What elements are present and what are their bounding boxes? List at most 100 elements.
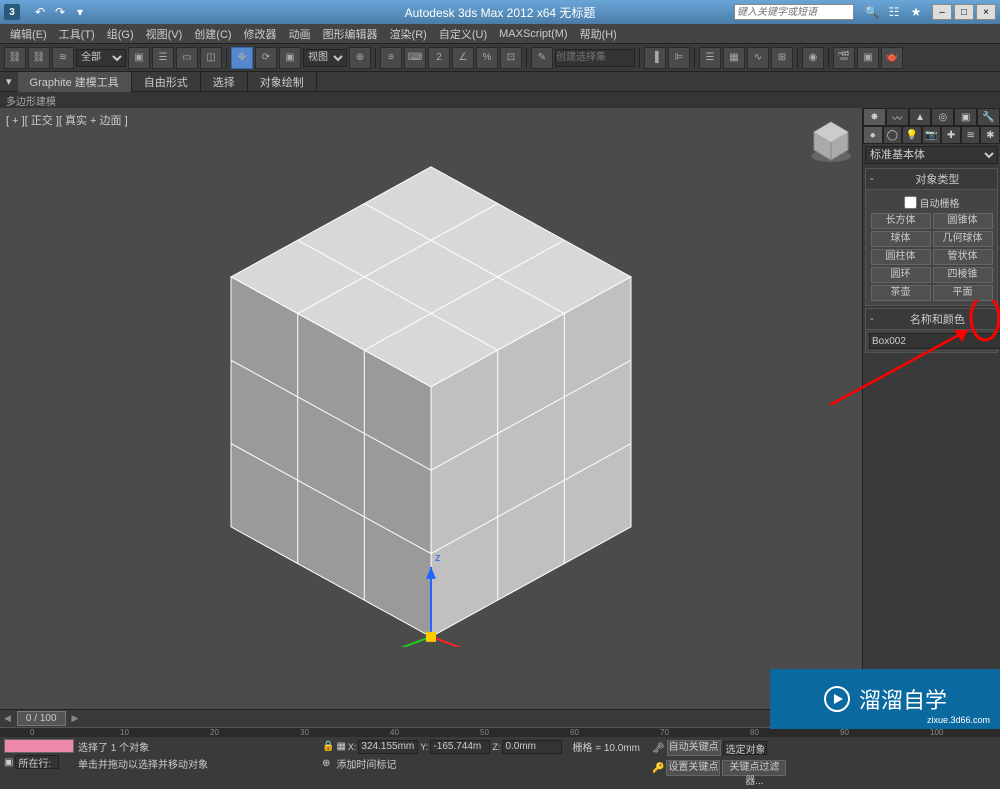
motion-tab[interactable]: ◎	[931, 108, 954, 126]
keyfilter-button[interactable]: 关键点过滤器...	[722, 760, 786, 776]
menu-grapheditors[interactable]: 图形编辑器	[317, 24, 384, 44]
timemark-icon[interactable]: ⊕	[322, 758, 330, 769]
snap-percent-btn[interactable]: %	[476, 47, 498, 69]
lights-subtab[interactable]: 💡	[902, 126, 922, 144]
modify-tab[interactable]: 〰	[886, 108, 909, 126]
material-editor-btn[interactable]: ◉	[802, 47, 824, 69]
prim-tube[interactable]: 管状体	[933, 249, 993, 265]
menu-modifiers[interactable]: 修改器	[238, 24, 283, 44]
close-button[interactable]: ×	[976, 4, 996, 20]
prim-geosphere[interactable]: 几何球体	[933, 231, 993, 247]
manipulate-btn[interactable]: ≡	[380, 47, 402, 69]
favorites-icon[interactable]: ★	[908, 4, 924, 20]
ribbon-expand-icon[interactable]: ▾	[0, 73, 18, 90]
viewport-label[interactable]: [ + ][ 正交 ][ 真实 + 边面 ]	[6, 112, 128, 128]
rendered-frame-btn[interactable]: ▣	[857, 47, 879, 69]
selection-region-btn[interactable]: ▭	[176, 47, 198, 69]
shapes-subtab[interactable]: ◯	[883, 126, 903, 144]
prim-pyramid[interactable]: 四棱锥	[933, 267, 993, 283]
create-tab[interactable]: ✸	[863, 108, 886, 126]
key-mode-icon[interactable]: 🗝	[652, 743, 665, 754]
menu-edit[interactable]: 编辑(E)	[4, 24, 53, 44]
menu-maxscript[interactable]: MAXScript(M)	[493, 26, 573, 42]
name-color-header[interactable]: -名称和颜色	[865, 308, 998, 330]
search-icon[interactable]: 🔍	[864, 4, 880, 20]
app-logo[interactable]: 3	[4, 4, 20, 20]
time-handle[interactable]: 0 / 100	[17, 711, 66, 726]
prim-plane[interactable]: 平面	[933, 285, 993, 301]
ref-coord-dropdown[interactable]: 视图	[303, 49, 347, 67]
current-row-input[interactable]	[15, 755, 59, 769]
mini-listener-icon[interactable]: ▣	[4, 757, 13, 768]
render-production-btn[interactable]: 🫖	[881, 47, 903, 69]
menu-views[interactable]: 视图(V)	[140, 24, 189, 44]
undo-icon[interactable]: ↶	[32, 4, 48, 20]
menu-rendering[interactable]: 渲染(R)	[384, 24, 433, 44]
script-listener[interactable]	[4, 739, 74, 753]
autokey-button[interactable]: 自动关键点	[667, 740, 721, 756]
link-btn[interactable]: ⛓	[4, 47, 26, 69]
tab-selection[interactable]: 选择	[201, 72, 248, 92]
display-tab[interactable]: ▣	[954, 108, 977, 126]
pivot-btn[interactable]: ⊕	[349, 47, 371, 69]
keyboard-shortcut-btn[interactable]: ⌨	[404, 47, 426, 69]
scene-object-box[interactable]: z x y	[201, 157, 661, 650]
selection-filter-dropdown[interactable]: 全部	[76, 49, 126, 67]
select-move-btn[interactable]: ✥	[231, 47, 253, 69]
menu-customize[interactable]: 自定义(U)	[433, 24, 493, 44]
prim-cone[interactable]: 圆锥体	[933, 213, 993, 229]
menu-tools[interactable]: 工具(T)	[53, 24, 101, 44]
schematic-view-btn[interactable]: ⊞	[771, 47, 793, 69]
setkey-icon[interactable]: 🔑	[652, 763, 664, 774]
mirror-btn[interactable]: ▐	[644, 47, 666, 69]
hierarchy-tab[interactable]: ▲	[909, 108, 932, 126]
systems-subtab[interactable]: ✱	[980, 126, 1000, 144]
prim-cylinder[interactable]: 圆柱体	[871, 249, 931, 265]
tab-object-paint[interactable]: 对象绘制	[248, 72, 317, 92]
helpers-subtab[interactable]: ✚	[941, 126, 961, 144]
select-scale-btn[interactable]: ▣	[279, 47, 301, 69]
menu-create[interactable]: 创建(C)	[188, 24, 237, 44]
object-name-input[interactable]	[869, 333, 1000, 349]
viewport[interactable]: [ + ][ 正交 ][ 真实 + 边面 ]	[0, 108, 862, 748]
snap-angle-btn[interactable]: ∠	[452, 47, 474, 69]
select-object-btn[interactable]: ▣	[128, 47, 150, 69]
menu-group[interactable]: 组(G)	[101, 24, 140, 44]
prim-teapot[interactable]: 茶壶	[871, 285, 931, 301]
restore-button[interactable]: □	[954, 4, 974, 20]
category-dropdown[interactable]: 标准基本体	[865, 146, 998, 164]
keyfilter-selected-input[interactable]	[723, 741, 767, 755]
select-rotate-btn[interactable]: ⟳	[255, 47, 277, 69]
prim-torus[interactable]: 圆环	[871, 267, 931, 283]
panel-polymodel[interactable]: 多边形建模	[6, 93, 56, 108]
redo-icon[interactable]: ↷	[52, 4, 68, 20]
autogrid-checkbox[interactable]	[904, 196, 917, 209]
unlink-btn[interactable]: ⛓	[28, 47, 50, 69]
geometry-subtab[interactable]: ●	[863, 126, 883, 144]
viewcube[interactable]	[806, 114, 856, 164]
tab-freeform[interactable]: 自由形式	[132, 72, 201, 92]
coord-mode-icon[interactable]: ▦	[336, 741, 345, 752]
graphite-btn[interactable]: ▦	[723, 47, 745, 69]
bind-space-warp-btn[interactable]: ≋	[52, 47, 74, 69]
align-btn[interactable]: ⊫	[668, 47, 690, 69]
prim-sphere[interactable]: 球体	[871, 231, 931, 247]
spinner-snap-btn[interactable]: ⊡	[500, 47, 522, 69]
object-type-header[interactable]: -对象类型	[865, 168, 998, 190]
comm-center-icon[interactable]: ☷	[886, 4, 902, 20]
utilities-tab[interactable]: 🔧	[977, 108, 1000, 126]
edit-named-sel-btn[interactable]: ✎	[531, 47, 553, 69]
y-coord-input[interactable]	[430, 740, 490, 754]
minimize-button[interactable]: –	[932, 4, 952, 20]
cameras-subtab[interactable]: 📷	[922, 126, 942, 144]
x-coord-input[interactable]	[358, 740, 418, 754]
named-selection-input[interactable]	[555, 49, 635, 67]
z-coord-input[interactable]	[502, 740, 562, 754]
layer-manager-btn[interactable]: ☰	[699, 47, 721, 69]
link-icon[interactable]: ▾	[72, 4, 88, 20]
curve-editor-btn[interactable]: ∿	[747, 47, 769, 69]
render-setup-btn[interactable]: 🎬	[833, 47, 855, 69]
spacewarps-subtab[interactable]: ≋	[961, 126, 981, 144]
tab-graphite[interactable]: Graphite 建模工具	[18, 72, 132, 92]
help-search-input[interactable]	[734, 4, 854, 20]
